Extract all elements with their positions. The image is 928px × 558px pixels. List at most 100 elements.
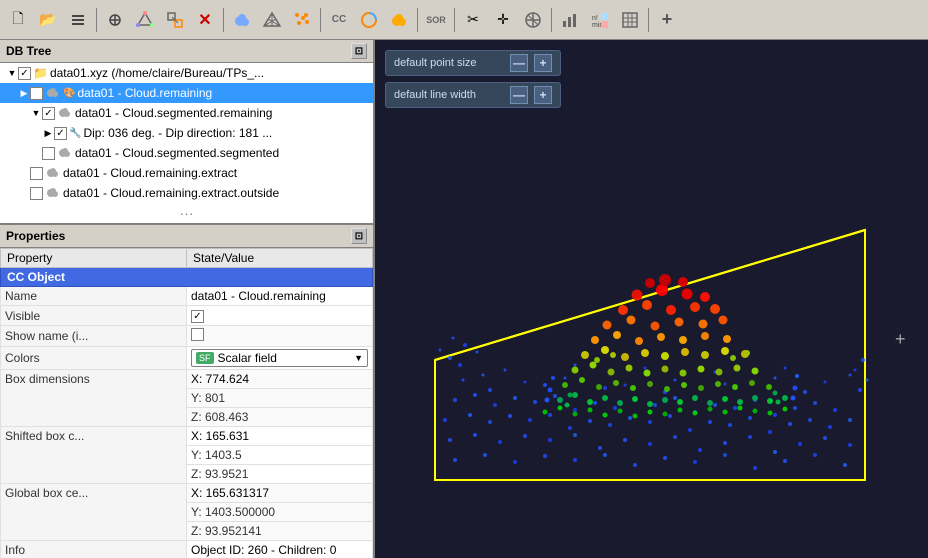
svg-text:n!: n! — [592, 15, 598, 22]
add-point-button[interactable] — [101, 6, 129, 34]
tree-item-dip[interactable]: ▶ 🔧 Dip: 036 deg. - Dip direction: 181 .… — [0, 123, 373, 143]
tree-item-label: data01.xyz (/home/claire/Bureau/TPs_... — [50, 66, 264, 80]
expand-arrow4[interactable]: ▶ — [42, 127, 54, 139]
dropdown-arrow-icon: ▼ — [354, 353, 363, 363]
tree-item-extract-outside[interactable]: ▶ data01 - Cloud.remaining.extract.outsi… — [0, 183, 373, 203]
point-cloud-visualization: + — [375, 40, 928, 558]
visible-checkbox[interactable]: ✓ — [191, 310, 204, 323]
sep4 — [417, 8, 418, 32]
cloud-icon7 — [45, 186, 61, 201]
tree-item-label3: data01 - Cloud.segmented.remaining — [75, 106, 272, 120]
cloud2-button[interactable] — [385, 6, 413, 34]
point-size-label: default point size — [394, 57, 504, 69]
colors-label: Scalar field — [218, 351, 277, 365]
line-width-minus[interactable]: — — [510, 86, 528, 104]
prop-global-z: Z: 93.952141 — [187, 522, 373, 541]
prop-name-value: data01 - Cloud.remaining — [187, 287, 373, 306]
cloud-icon5 — [57, 146, 73, 161]
checkbox3[interactable] — [42, 107, 55, 120]
prop-global-y: Y: 1403.500000 — [187, 503, 373, 522]
prop-info-value: Object ID: 260 - Children: 0 — [187, 541, 373, 558]
tools-icon: 🔧 — [69, 128, 81, 139]
cloud-button[interactable] — [228, 6, 256, 34]
checkbox4[interactable] — [54, 127, 67, 140]
add-button[interactable]: + — [653, 6, 681, 34]
db-tree-close[interactable]: ⊡ — [351, 43, 367, 59]
expand-arrow[interactable]: ▼ — [6, 67, 18, 79]
tree-item-segmented-segmented[interactable]: ▶ data01 - Cloud.segmented.segmented — [0, 143, 373, 163]
checkbox5[interactable] — [42, 147, 55, 160]
prop-shifted-z: Z: 93.9521 — [187, 465, 373, 484]
prop-visible-value: ✓ — [187, 306, 373, 326]
prop-shifted-x: X: 165.631 — [187, 427, 373, 446]
tree-item-root[interactable]: ▼ 📁 data01.xyz (/home/claire/Bureau/TPs_… — [0, 63, 373, 83]
minmax-button[interactable]: n!min — [586, 6, 614, 34]
colors-dropdown[interactable]: SF Scalar field ▼ — [191, 349, 368, 367]
prop-boxdim-y: Y: 801 — [187, 389, 373, 408]
checkbox6[interactable] — [30, 167, 43, 180]
col-value: State/Value — [187, 249, 373, 268]
prop-row-shifted-x: Shifted box c... X: 165.631 — [1, 427, 373, 446]
tree-item-label5: data01 - Cloud.segmented.segmented — [75, 146, 279, 160]
main-content: DB Tree ⊡ ▼ 📁 data01.xyz (/home/claire/B… — [0, 40, 928, 558]
3d-scene[interactable]: + — [375, 40, 928, 558]
point-size-control: default point size — + — [385, 50, 561, 76]
cut-button[interactable]: ✂ — [459, 6, 487, 34]
sep5 — [454, 8, 455, 32]
sor-button[interactable]: SOR — [422, 6, 450, 34]
open-button[interactable]: 📂 — [34, 6, 62, 34]
expand-arrow2[interactable]: ▶ — [18, 87, 30, 99]
properties-close[interactable]: ⊡ — [351, 228, 367, 244]
properties-title: Properties — [6, 229, 65, 243]
transform-button[interactable] — [161, 6, 189, 34]
list-button[interactable] — [64, 6, 92, 34]
point-size-minus[interactable]: — — [510, 54, 528, 72]
prop-table-header: Property State/Value — [1, 249, 373, 268]
sep6 — [551, 8, 552, 32]
prop-colors-label: Colors — [1, 347, 187, 370]
prop-row-name: Name data01 - Cloud.remaining — [1, 287, 373, 306]
cross-button[interactable]: ✛ — [489, 6, 517, 34]
sep1 — [96, 8, 97, 32]
cloud-icon3 — [57, 106, 73, 121]
grid-button[interactable] — [616, 6, 644, 34]
tree-item-extract[interactable]: ▶ data01 - Cloud.remaining.extract — [0, 163, 373, 183]
prop-colors-value: SF Scalar field ▼ — [187, 347, 373, 370]
properties-table[interactable]: Property State/Value CC Object Name data… — [0, 248, 373, 558]
tree-item-data01-remaining[interactable]: ▶ 🎨 data01 - Cloud.remaining — [0, 83, 373, 103]
chart-button[interactable] — [556, 6, 584, 34]
prop-showname-value — [187, 326, 373, 347]
new-button[interactable]: 🗋 — [4, 6, 32, 34]
checkbox7[interactable] — [30, 187, 43, 200]
tree-item-segmented-remaining[interactable]: ▼ data01 - Cloud.segmented.remaining — [0, 103, 373, 123]
mesh-button[interactable] — [258, 6, 286, 34]
db-tree-header: DB Tree ⊡ — [0, 40, 373, 63]
expand-arrow3[interactable]: ▼ — [30, 107, 42, 119]
tree-item-label2: data01 - Cloud.remaining — [77, 86, 212, 100]
prop-row-global-x: Global box ce... X: 165.631317 — [1, 484, 373, 503]
checkbox-data01[interactable] — [30, 87, 43, 100]
line-width-plus[interactable]: + — [534, 86, 552, 104]
crosshair-symbol: + — [895, 329, 906, 349]
sep3 — [320, 8, 321, 32]
properties-header: Properties ⊡ — [0, 225, 373, 248]
prop-boxdim-x: X: 774.624 — [187, 370, 373, 389]
tree-item-label6: data01 - Cloud.remaining.extract — [63, 166, 237, 180]
cc-button[interactable]: CC — [325, 6, 353, 34]
showname-checkbox[interactable] — [191, 328, 204, 341]
cloud-icon6 — [45, 166, 61, 181]
move-button[interactable] — [519, 6, 547, 34]
prop-row-showname: Show name (i... — [1, 326, 373, 347]
checkbox-root[interactable] — [18, 67, 31, 80]
seg3-button[interactable] — [355, 6, 383, 34]
segment-button[interactable] — [131, 6, 159, 34]
prop-row-info: Info Object ID: 260 - Children: 0 — [1, 541, 373, 558]
prop-visible-label: Visible — [1, 306, 187, 326]
prop-name-label: Name — [1, 287, 187, 306]
prop-boxdim-label: Box dimensions — [1, 370, 187, 427]
folder-icon: 📁 — [33, 66, 48, 80]
point-size-plus[interactable]: + — [534, 54, 552, 72]
prop-row-boxdim: Box dimensions X: 774.624 — [1, 370, 373, 389]
delete-button[interactable]: ✕ — [191, 6, 219, 34]
scatter-button[interactable] — [288, 6, 316, 34]
